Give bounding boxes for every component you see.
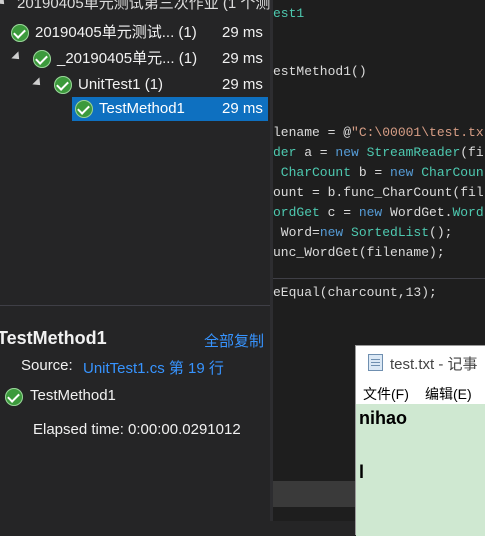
code-line: ount = b.func_CharCount(fil — [273, 185, 484, 200]
notepad-menubar: 文件(F) 编辑(E) — [356, 382, 485, 404]
tree-item-label: TestMethod1 — [99, 100, 185, 117]
code-line: ordGet c = new WordGet.Word — [273, 205, 484, 220]
source-label: Source: — [21, 357, 73, 374]
tree-item-duration: 29 ms — [222, 50, 263, 67]
notepad-titlebar[interactable]: test.txt - 记事 — [356, 346, 485, 378]
editor-divider — [273, 278, 485, 279]
passed-check-icon — [33, 50, 51, 68]
tree-item-class[interactable]: UnitTest1 (1) 29 ms — [0, 73, 270, 97]
menu-edit[interactable]: 编辑(E) — [425, 384, 472, 404]
notepad-window[interactable]: test.txt - 记事 文件(F) 编辑(E) nihao l — [356, 346, 485, 536]
tree-item-label: 20190405单元测试第三次作业 (1 个测 — [17, 0, 271, 12]
test-explorer-panel: 20190405单元测试第三次作业 (1 个测 20190405单元测试... … — [0, 0, 270, 521]
notepad-icon — [368, 354, 383, 371]
detail-test-name: TestMethod1 — [30, 387, 116, 404]
passed-check-icon — [54, 76, 72, 94]
code-line: unc_WordGet(filename); — [273, 245, 445, 260]
tree-item-label: _20190405单元... (1) — [57, 50, 198, 67]
tree-item-duration: 29 ms — [222, 100, 263, 117]
code-line: lename = @"C:\00001\test.tx — [273, 125, 484, 140]
notepad-text-area[interactable]: nihao l — [356, 404, 485, 536]
collapse-triangle-icon[interactable] — [0, 0, 8, 8]
code-line: Word=new SortedList(); — [273, 225, 453, 240]
tree-item-label: 20190405单元测试... (1) — [35, 24, 197, 41]
passed-check-icon — [75, 100, 93, 118]
text-line: l — [359, 462, 365, 482]
text-line: nihao — [359, 408, 407, 428]
copy-all-link[interactable]: 全部复制 — [204, 330, 264, 351]
code-line: eEqual(charcount,13); — [273, 285, 437, 300]
passed-check-icon — [5, 388, 23, 406]
menu-file[interactable]: 文件(F) — [363, 384, 409, 404]
elapsed-time: Elapsed time: 0:00:00.0291012 — [33, 421, 241, 438]
source-link[interactable]: UnitTest1.cs 第 19 行 — [83, 357, 224, 378]
tree-item-solution[interactable]: 20190405单元测试第三次作业 (1 个测 — [0, 0, 270, 16]
collapse-triangle-icon[interactable] — [11, 51, 23, 63]
code-line: der a = new StreamReader(fil — [273, 145, 485, 160]
code-line: CharCount b = new CharCoun — [273, 165, 484, 180]
code-line: est1 — [273, 6, 305, 21]
tree-item-label: UnitTest1 (1) — [78, 76, 164, 93]
tree-item-namespace[interactable]: _20190405单元... (1) 29 ms — [0, 47, 270, 71]
collapse-triangle-icon[interactable] — [32, 77, 44, 89]
passed-check-icon — [11, 24, 29, 42]
panel-divider[interactable] — [0, 305, 270, 306]
detail-test-title: TestMethod1 — [0, 328, 107, 348]
tree-item-duration: 29 ms — [222, 76, 263, 93]
tree-item-test-method[interactable]: TestMethod1 29 ms — [0, 97, 270, 121]
tree-item-project[interactable]: 20190405单元测试... (1) 29 ms — [0, 21, 270, 45]
code-line: estMethod1() — [273, 64, 367, 79]
notepad-title: test.txt - 记事 — [390, 356, 478, 373]
tree-item-duration: 29 ms — [222, 24, 263, 41]
